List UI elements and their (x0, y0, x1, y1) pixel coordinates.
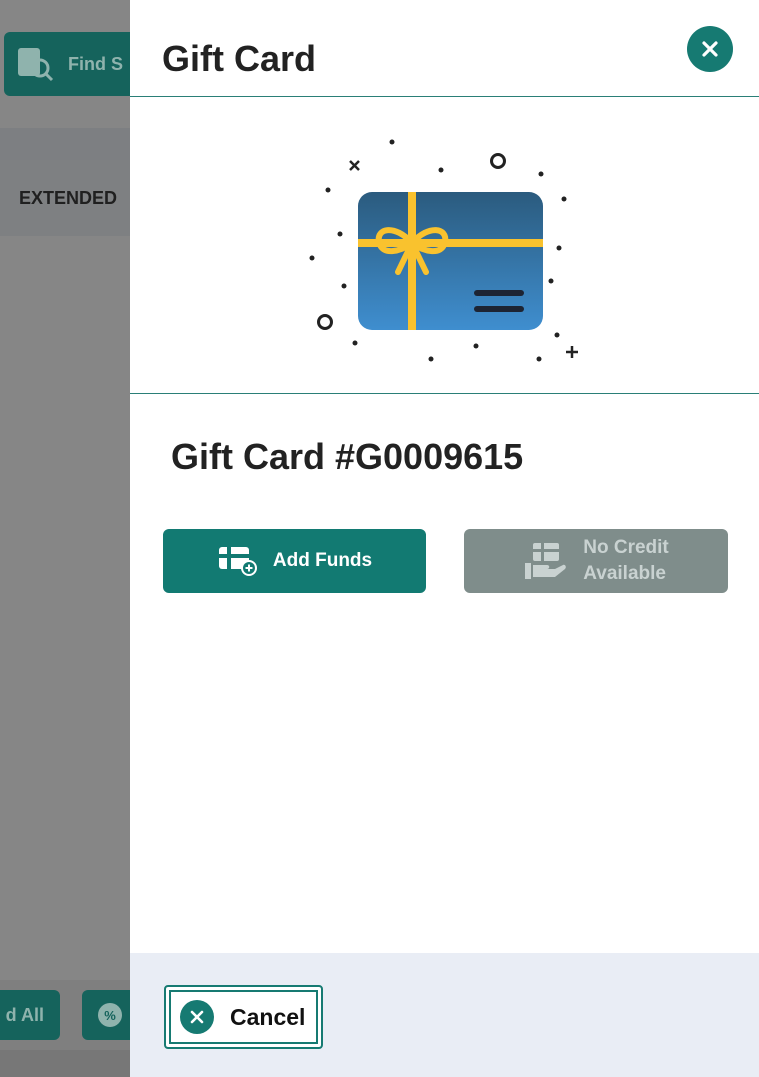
drawer-footer: Cancel (130, 953, 759, 1077)
gift-card-number: Gift Card #G0009615 (171, 436, 524, 477)
add-all-label: d All (5, 1004, 44, 1025)
svg-text:%: % (104, 1008, 116, 1023)
no-credit-line2: Available (583, 563, 666, 584)
find-button-label: Find S (68, 53, 123, 74)
gift-card-illustration (309, 139, 578, 362)
drawer-header: Gift Card (130, 0, 759, 97)
add-all-button[interactable]: d All (0, 990, 60, 1040)
cancel-button[interactable]: Cancel (164, 985, 323, 1049)
no-credit-label: No Credit Available (583, 535, 669, 587)
discount-button[interactable]: % (82, 990, 130, 1040)
cancel-label: Cancel (230, 1003, 306, 1030)
cancel-circle-icon (180, 1000, 214, 1034)
find-button[interactable]: Find S (4, 32, 130, 96)
no-credit-button[interactable]: No Credit Available (464, 529, 728, 593)
background-band (0, 128, 130, 160)
gift-card-add-icon (218, 547, 257, 576)
column-header-extended: EXTENDED (0, 160, 130, 236)
close-button[interactable] (687, 26, 733, 72)
gift-card-drawer: Gift Card Gift Card #G0009615 Add Funds … (130, 0, 759, 1077)
drawer-title: Gift Card (162, 38, 317, 79)
gift-card-illustration-area (130, 97, 759, 394)
add-funds-button[interactable]: Add Funds (163, 529, 426, 593)
no-credit-line1: No Credit (583, 537, 669, 558)
close-icon (702, 41, 718, 57)
search-product-icon (18, 48, 54, 82)
discount-badge-icon: % (98, 1003, 122, 1027)
gift-card-hand-icon (525, 543, 567, 579)
background-app: Find S EXTENDED d All % (0, 0, 130, 1077)
add-funds-label: Add Funds (272, 550, 373, 571)
background-footer-strip (0, 1050, 130, 1077)
